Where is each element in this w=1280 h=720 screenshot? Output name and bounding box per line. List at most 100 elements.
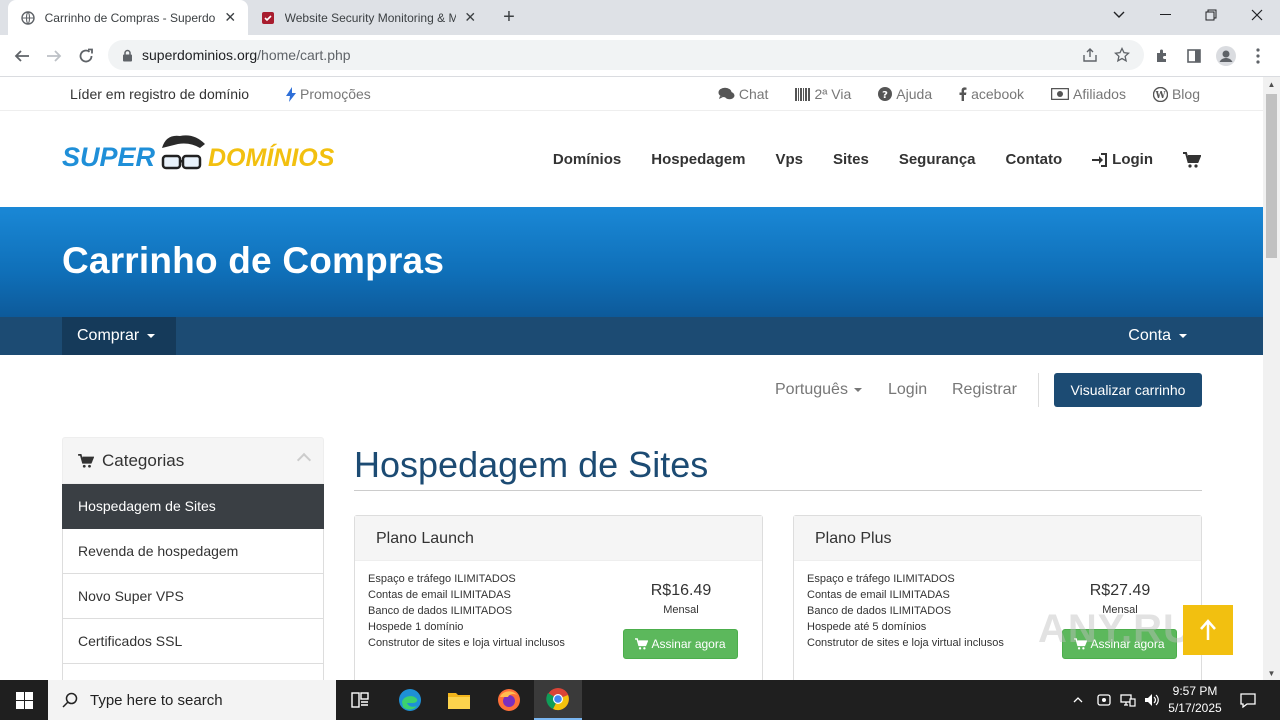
facebook-icon <box>959 87 967 101</box>
network-icon[interactable] <box>1117 680 1139 720</box>
browser-tab-active[interactable]: Carrinho de Compras - Superdo ✕ <box>8 0 248 35</box>
restore-button[interactable] <box>1188 0 1234 30</box>
language-dropdown[interactable]: Português <box>775 381 862 399</box>
sidebar-item-more[interactable] <box>62 664 324 680</box>
plan-card: Plano Launch Espaço e tráfego ILIMITADOS… <box>354 515 763 680</box>
plan-feature: Contas de email ILIMITADAS <box>368 589 511 601</box>
plan-price: R$16.49 Mensal <box>609 582 753 616</box>
meet-now-icon[interactable] <box>1094 680 1114 720</box>
nav-vps[interactable]: Vps <box>775 151 803 168</box>
scroll-up-arrow-icon[interactable]: ▲ <box>1263 77 1280 91</box>
share-icon[interactable] <box>1076 40 1104 70</box>
cart-icon <box>635 638 649 650</box>
cart-icon[interactable] <box>1183 151 1201 168</box>
login-link[interactable]: Login <box>888 381 927 399</box>
extensions-puzzle-icon[interactable] <box>1148 42 1176 70</box>
shopping-cart-icon <box>78 453 94 468</box>
address-bar[interactable]: superdominios.org/home/cart.php <box>108 40 1144 70</box>
search-icon <box>62 692 78 708</box>
nav-sites[interactable]: Sites <box>833 151 869 168</box>
help-link[interactable]: ? Ajuda <box>878 86 932 102</box>
firefox-icon[interactable] <box>485 680 533 720</box>
price-amount: R$16.49 <box>650 582 712 599</box>
taskbar-search-box[interactable]: Type here to search <box>48 680 336 720</box>
close-window-button[interactable] <box>1234 0 1280 30</box>
nav-contact[interactable]: Contato <box>1006 151 1063 168</box>
facebook-link[interactable]: acebook <box>959 86 1024 102</box>
close-tab-icon[interactable]: ✕ <box>222 9 238 26</box>
affiliates-link[interactable]: Afiliados <box>1051 86 1126 102</box>
more-menu-icon[interactable] <box>1244 42 1272 70</box>
sign-in-icon <box>1092 152 1108 167</box>
promotions-link[interactable]: Promoções <box>286 86 371 102</box>
chevron-up-icon[interactable] <box>296 452 312 468</box>
sidebar-item-vps[interactable]: Novo Super VPS <box>62 574 324 619</box>
main-nav: Domínios Hospedagem Vps Sites Segurança … <box>553 151 1201 168</box>
new-tab-button[interactable]: + <box>498 6 520 28</box>
nav-hosting[interactable]: Hospedagem <box>651 151 745 168</box>
task-view-icon[interactable] <box>336 680 384 720</box>
plan-name: Plano Launch <box>355 516 762 561</box>
close-tab-icon[interactable]: ✕ <box>462 9 478 26</box>
sidebar-item-reseller[interactable]: Revenda de hospedagem <box>62 529 324 574</box>
mascot-glasses-icon <box>161 135 205 170</box>
browser-toolbar: superdominios.org/home/cart.php <box>0 35 1280 77</box>
barcode-icon <box>795 87 811 101</box>
nav-security[interactable]: Segurança <box>899 151 976 168</box>
sidebar-item-hosting[interactable]: Hospedagem de Sites <box>62 484 324 529</box>
page-scrollbar[interactable]: ▲ ▼ <box>1263 77 1280 680</box>
sidebar-item-ssl[interactable]: Certificados SSL <box>62 619 324 664</box>
chrome-icon[interactable] <box>534 680 582 720</box>
reload-icon[interactable] <box>72 42 100 70</box>
order-now-button[interactable]: Assinar agora <box>623 629 738 659</box>
windows-start-icon[interactable] <box>0 680 48 720</box>
plan-feature: Espaço e tráfego ILIMITADOS <box>368 573 516 585</box>
shop-dropdown[interactable]: Comprar <box>62 317 176 355</box>
chat-bubbles-icon <box>718 87 735 100</box>
back-arrow-icon[interactable] <box>8 42 36 70</box>
second-copy-link[interactable]: 2ª Via <box>795 86 851 102</box>
show-hidden-icons-chevron-icon[interactable] <box>1068 680 1088 720</box>
side-panel-icon[interactable] <box>1180 42 1208 70</box>
question-circle-icon: ? <box>878 87 893 101</box>
nav-login[interactable]: Login <box>1092 151 1153 168</box>
bookmark-star-icon[interactable] <box>1108 40 1136 70</box>
nav-domains[interactable]: Domínios <box>553 151 621 168</box>
superdominios-logo[interactable]: SUPER DOMÍNIOS <box>62 134 336 178</box>
billing-cycle: Mensal <box>663 604 699 616</box>
price-amount: R$27.49 <box>1089 582 1151 599</box>
categories-header[interactable]: Categorias <box>62 437 324 484</box>
profile-avatar-icon[interactable] <box>1212 42 1240 70</box>
browser-tab-inactive[interactable]: Website Security Monitoring & M ✕ <box>248 0 488 35</box>
plan-name: Plano Plus <box>794 516 1201 561</box>
minimize-button[interactable] <box>1142 0 1188 30</box>
scrollbar-thumb[interactable] <box>1266 94 1277 258</box>
plan-feature: Construtor de sites e loja virtual inclu… <box>368 637 565 649</box>
browser-tab-bar: Carrinho de Compras - Superdo ✕ Website … <box>0 0 1280 35</box>
clock-time: 9:57 PM <box>1172 684 1218 698</box>
taskbar-clock[interactable]: 9:57 PM 5/17/2025 <box>1160 683 1230 717</box>
scroll-down-arrow-icon[interactable]: ▼ <box>1263 666 1280 680</box>
caret-down-icon <box>1179 334 1187 338</box>
tab-search-chevron-icon[interactable] <box>1096 0 1142 30</box>
edge-browser-icon[interactable] <box>386 680 434 720</box>
register-link[interactable]: Registrar <box>952 381 1017 399</box>
top-info-bar: Líder em registro de domínio Promoções C… <box>0 77 1263 111</box>
caret-down-icon <box>147 334 156 338</box>
scroll-to-top-button[interactable] <box>1183 605 1233 655</box>
shield-favicon-icon <box>260 10 276 26</box>
plan-feature: Hospede 1 domínio <box>368 621 464 633</box>
view-cart-button[interactable]: Visualizar carrinho <box>1054 373 1202 407</box>
url-text: superdominios.org/home/cart.php <box>142 47 351 63</box>
page-hero: Carrinho de Compras <box>0 207 1263 317</box>
plan-card: Plano Plus Espaço e tráfego ILIMITADOS C… <box>793 515 1202 680</box>
notifications-icon[interactable] <box>1236 680 1260 720</box>
windows-taskbar: Type here to search 9:57 PM 5/17/2025 <box>0 680 1280 720</box>
file-explorer-icon[interactable] <box>435 680 483 720</box>
chat-link[interactable]: Chat <box>718 86 768 102</box>
clock-date: 5/17/2025 <box>1168 701 1222 715</box>
blog-link[interactable]: W Blog <box>1152 86 1200 102</box>
lock-icon[interactable] <box>120 48 134 62</box>
account-dropdown[interactable]: Conta <box>1128 317 1187 355</box>
forward-arrow-icon[interactable] <box>40 42 68 70</box>
